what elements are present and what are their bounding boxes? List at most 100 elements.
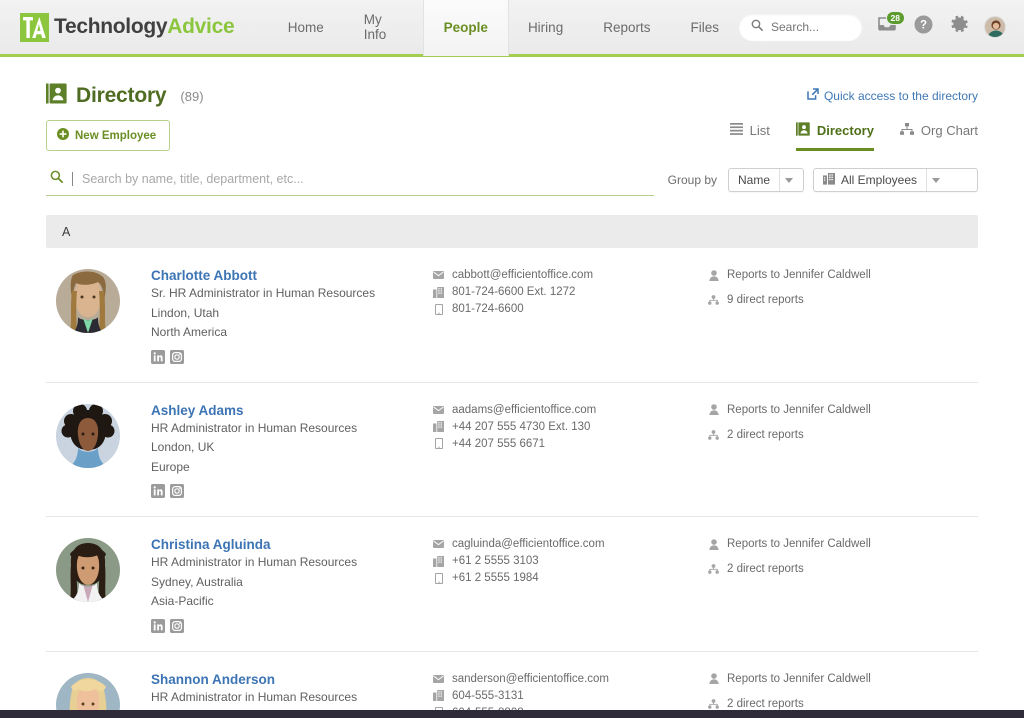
directory-book-icon — [795, 122, 810, 139]
group-by-select[interactable]: Name — [728, 168, 804, 192]
employee-work-phone: 604-555-3131 — [452, 689, 524, 702]
linkedin-icon[interactable] — [151, 618, 165, 633]
hierarchy-icon — [708, 429, 719, 440]
inbox-button[interactable]: 28 — [876, 11, 905, 38]
employee-name[interactable]: Christina Agluinda — [151, 537, 433, 552]
employee-reporting-info: Reports to Jennifer Caldwell 2 direct re… — [708, 537, 978, 633]
building-icon — [823, 172, 835, 188]
tab-org-chart[interactable]: Org Chart — [899, 123, 978, 150]
employee-location: Sydney, Australia — [151, 574, 243, 589]
employee-primary-info: Charlotte Abbott Sr. HR Administrator in… — [151, 268, 433, 364]
linkedin-icon[interactable] — [151, 484, 165, 498]
employee-email-row[interactable]: cabbott@efficientoffice.com — [433, 269, 708, 281]
employee-work-phone-row: 604-555-3131 — [433, 690, 708, 702]
ta-logo-icon — [20, 12, 49, 42]
avatar[interactable] — [56, 538, 120, 602]
question-mark-icon: ? — [914, 15, 933, 39]
instagram-icon[interactable] — [170, 484, 184, 498]
list-item[interactable]: Shannon Anderson HR Administrator in Hum… — [46, 652, 978, 718]
help-button[interactable]: ? — [912, 15, 934, 39]
avatar[interactable] — [56, 269, 120, 333]
tab-directory[interactable]: Directory — [795, 122, 874, 151]
brand-logo[interactable]: TechnologyAdvice — [0, 12, 268, 42]
avatar[interactable] — [56, 403, 120, 468]
employee-reports-to-row: Reports to Jennifer Caldwell — [708, 404, 978, 416]
top-right-actions: 28 ? — [739, 11, 1024, 41]
person-icon — [708, 404, 719, 415]
nav-item-hiring[interactable]: Hiring — [508, 0, 583, 56]
main-nav: Home My Info People Hiring Reports Files — [268, 0, 739, 56]
hierarchy-icon — [708, 564, 719, 574]
instagram-icon[interactable] — [170, 349, 184, 364]
external-link-icon — [807, 88, 819, 103]
mobile-phone-icon — [433, 572, 444, 584]
new-employee-button[interactable]: New Employee — [46, 120, 171, 151]
tab-list-label: List — [749, 123, 770, 138]
nav-item-home[interactable]: Home — [268, 0, 344, 56]
text-caret — [72, 172, 73, 186]
employee-email-row[interactable]: aadams@efficientoffice.com — [433, 404, 708, 416]
employee-reports-to-row: Reports to Jennifer Caldwell — [708, 673, 978, 685]
nav-item-my-info[interactable]: My Info — [344, 0, 424, 56]
global-search[interactable] — [739, 13, 862, 41]
employee-work-phone: +44 207 555 4730 Ext. 130 — [452, 420, 591, 433]
desk-phone-icon — [433, 555, 444, 567]
global-search-input[interactable] — [771, 20, 850, 34]
employee-count: (89) — [180, 88, 204, 104]
employee-reports-to: Reports to Jennifer Caldwell — [727, 403, 871, 416]
envelope-icon — [433, 405, 444, 414]
hierarchy-icon — [708, 698, 719, 709]
mobile-phone-icon — [433, 303, 444, 315]
employee-work-phone-row: 801-724-6600 Ext. 1272 — [433, 286, 708, 298]
group-by-value: Name — [738, 173, 771, 187]
employee-direct-reports-row: 2 direct reports — [708, 429, 978, 441]
employee-reporting-info: Reports to Jennifer Caldwell 2 direct re… — [708, 403, 978, 499]
plus-circle-icon — [57, 128, 69, 143]
nav-item-reports[interactable]: Reports — [583, 0, 670, 56]
employee-email-row[interactable]: cagluinda@efficientoffice.com — [433, 538, 708, 550]
employee-email-row[interactable]: sanderson@efficientoffice.com — [433, 673, 708, 685]
employee-location: London, UK — [151, 440, 215, 454]
hierarchy-icon — [708, 295, 719, 305]
list-item[interactable]: Ashley Adams HR Administrator in Human R… — [46, 383, 978, 517]
employee-title: HR Administrator in Human Resources — [151, 689, 358, 704]
quick-access-label: Quick access to the directory — [823, 88, 978, 103]
employee-email: aadams@efficientoffice.com — [452, 403, 597, 416]
employee-work-phone-row: +61 2 5555 3103 — [433, 555, 708, 567]
mobile-phone-icon — [433, 438, 444, 449]
quick-access-link[interactable]: Quick access to the directory — [807, 83, 978, 103]
view-tabs: List Directory Org Chart — [729, 122, 978, 151]
nav-item-files[interactable]: Files — [670, 0, 739, 56]
directory-book-icon — [46, 83, 67, 109]
nav-item-people[interactable]: People — [423, 0, 508, 56]
employee-direct-reports: 2 direct reports — [727, 563, 804, 575]
employee-work-phone: +61 2 5555 3103 — [452, 555, 539, 567]
list-item[interactable]: Christina Agluinda HR Administrator in H… — [46, 517, 978, 652]
employee-scope-value-wrap: All Employees — [814, 172, 926, 188]
instagram-icon[interactable] — [170, 618, 184, 633]
filters: Group by Name All Employees — [668, 168, 978, 192]
search-input[interactable]: Search by name, title, department, etc..… — [46, 164, 654, 196]
envelope-icon — [433, 271, 444, 279]
employee-name[interactable]: Ashley Adams — [151, 403, 433, 418]
list-item[interactable]: Charlotte Abbott Sr. HR Administrator in… — [46, 248, 978, 383]
employee-name[interactable]: Charlotte Abbott — [151, 268, 433, 283]
linkedin-icon[interactable] — [151, 349, 165, 364]
desk-phone-icon — [433, 286, 444, 298]
social-links — [151, 349, 433, 364]
employee-name[interactable]: Shannon Anderson — [151, 672, 433, 687]
employee-mobile-phone-row: +61 2 5555 1984 — [433, 572, 708, 584]
employee-contact-info: aadams@efficientoffice.com +44 207 555 4… — [433, 403, 708, 499]
employee-mobile-phone-row: +44 207 555 6671 — [433, 438, 708, 450]
tab-list[interactable]: List — [729, 123, 770, 150]
avatar[interactable] — [984, 16, 1006, 38]
directory-page: TechnologyAdvice Home My Info People Hir… — [0, 0, 1024, 718]
actions-row: New Employee List Directory Org Chart — [46, 120, 978, 151]
new-employee-label: New Employee — [75, 129, 157, 142]
employee-scope-select[interactable]: All Employees — [813, 168, 978, 192]
employee-mobile-phone: 801-724-6600 — [452, 303, 524, 315]
search-and-filters-row: Search by name, title, department, etc..… — [46, 164, 978, 196]
settings-button[interactable] — [948, 15, 970, 38]
tab-org-chart-label: Org Chart — [920, 123, 978, 138]
person-icon — [708, 538, 719, 550]
